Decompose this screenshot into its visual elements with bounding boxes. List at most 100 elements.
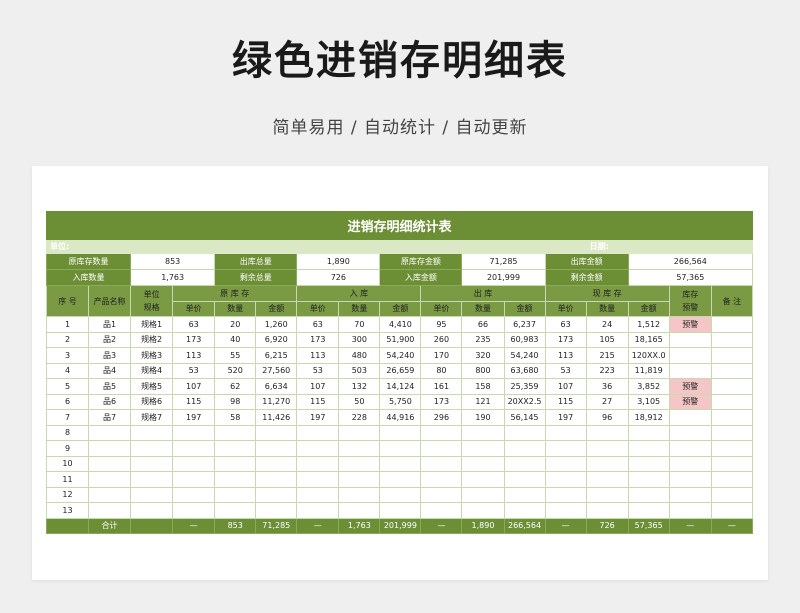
cell-s-price[interactable]: 80: [420, 362, 463, 379]
cell-s-amt[interactable]: 54,240: [503, 347, 546, 364]
cell-spec[interactable]: 规格4: [130, 362, 174, 379]
cell-c-qty[interactable]: 223: [585, 362, 629, 379]
cell-s-price[interactable]: 260: [420, 331, 463, 348]
cell-o-amt[interactable]: 6,215: [255, 347, 298, 364]
cell-s-amt[interactable]: 20XX2.5: [503, 393, 546, 410]
cell-warn[interactable]: [668, 409, 712, 426]
cell-warn[interactable]: [668, 331, 712, 348]
cell-s-qty[interactable]: [461, 455, 505, 472]
cell-warn[interactable]: [668, 440, 712, 457]
cell-c-qty[interactable]: [585, 486, 629, 503]
cell-warn[interactable]: [668, 471, 712, 488]
cell-o-price[interactable]: [172, 440, 216, 457]
cell-c-price[interactable]: 63: [544, 316, 587, 333]
cell-warn[interactable]: [668, 486, 712, 503]
cell-c-qty[interactable]: 27: [585, 393, 629, 410]
cell-s-price[interactable]: 170: [420, 347, 463, 364]
cell-s-price[interactable]: [420, 440, 463, 457]
cell-name[interactable]: 品1: [88, 316, 132, 333]
cell-s-qty[interactable]: [461, 502, 505, 519]
cell-s-qty[interactable]: [461, 471, 505, 488]
cell-c-amt[interactable]: [627, 440, 670, 457]
cell-o-qty[interactable]: [214, 455, 257, 472]
cell-warn[interactable]: [668, 502, 712, 519]
cell-s-qty[interactable]: 158: [461, 378, 505, 395]
cell-no[interactable]: 9: [45, 440, 90, 457]
cell-o-qty[interactable]: [214, 502, 257, 519]
cell-name[interactable]: [88, 471, 132, 488]
cell-s-price[interactable]: [420, 486, 463, 503]
cell-s-price[interactable]: [420, 502, 463, 519]
cell-s-qty[interactable]: 66: [461, 316, 505, 333]
cell-c-amt[interactable]: 18,912: [627, 409, 670, 426]
cell-c-amt[interactable]: [627, 502, 670, 519]
cell-spec[interactable]: [130, 502, 174, 519]
cell-s-amt[interactable]: 25,359: [503, 378, 546, 395]
cell-i-price[interactable]: [296, 440, 340, 457]
cell-no[interactable]: 10: [45, 455, 90, 472]
cell-remark[interactable]: [710, 316, 754, 333]
cell-name[interactable]: 品6: [88, 393, 132, 410]
cell-o-price[interactable]: [172, 486, 216, 503]
cell-i-qty[interactable]: [338, 440, 381, 457]
cell-remark[interactable]: [710, 455, 754, 472]
cell-no[interactable]: 6: [45, 393, 90, 410]
cell-s-price[interactable]: 296: [420, 409, 463, 426]
cell-no[interactable]: 12: [45, 486, 90, 503]
cell-c-qty[interactable]: 96: [585, 409, 629, 426]
cell-s-amt[interactable]: 6,237: [503, 316, 546, 333]
cell-o-amt[interactable]: [255, 455, 298, 472]
cell-i-price[interactable]: [296, 486, 340, 503]
cell-c-amt[interactable]: [627, 471, 670, 488]
cell-i-qty[interactable]: 50: [338, 393, 381, 410]
cell-c-amt[interactable]: 120XX.0: [627, 347, 670, 364]
cell-c-price[interactable]: [544, 471, 587, 488]
cell-i-price[interactable]: [296, 424, 340, 441]
cell-o-qty[interactable]: 58: [214, 409, 257, 426]
cell-c-price[interactable]: 173: [544, 331, 587, 348]
cell-i-amt[interactable]: 51,900: [379, 331, 422, 348]
cell-no[interactable]: 7: [45, 409, 90, 426]
cell-c-amt[interactable]: [627, 424, 670, 441]
cell-name[interactable]: 品2: [88, 331, 132, 348]
cell-i-amt[interactable]: 5,750: [379, 393, 422, 410]
cell-s-amt[interactable]: [503, 455, 546, 472]
cell-s-amt[interactable]: [503, 502, 546, 519]
cell-o-price[interactable]: [172, 455, 216, 472]
cell-s-qty[interactable]: [461, 440, 505, 457]
cell-o-amt[interactable]: 27,560: [255, 362, 298, 379]
cell-o-qty[interactable]: [214, 471, 257, 488]
cell-s-price[interactable]: 95: [420, 316, 463, 333]
cell-c-price[interactable]: 115: [544, 393, 587, 410]
cell-c-price[interactable]: 113: [544, 347, 587, 364]
cell-i-amt[interactable]: [379, 471, 422, 488]
cell-i-price[interactable]: [296, 455, 340, 472]
cell-s-qty[interactable]: [461, 486, 505, 503]
cell-o-qty[interactable]: 62: [214, 378, 257, 395]
cell-s-qty[interactable]: 121: [461, 393, 505, 410]
cell-name[interactable]: [88, 486, 132, 503]
cell-spec[interactable]: 规格3: [130, 347, 174, 364]
cell-name[interactable]: 品5: [88, 378, 132, 395]
cell-spec[interactable]: [130, 455, 174, 472]
cell-o-price[interactable]: [172, 471, 216, 488]
cell-i-amt[interactable]: [379, 440, 422, 457]
cell-o-qty[interactable]: [214, 424, 257, 441]
cell-warn[interactable]: [668, 347, 712, 364]
cell-c-qty[interactable]: [585, 471, 629, 488]
cell-no[interactable]: 4: [45, 362, 90, 379]
cell-c-price[interactable]: [544, 455, 587, 472]
cell-s-price[interactable]: [420, 455, 463, 472]
cell-o-qty[interactable]: [214, 440, 257, 457]
cell-spec[interactable]: 规格6: [130, 393, 174, 410]
cell-warn[interactable]: 预警: [668, 378, 712, 395]
cell-i-qty[interactable]: [338, 424, 381, 441]
cell-c-price[interactable]: 53: [544, 362, 587, 379]
cell-i-price[interactable]: 53: [296, 362, 340, 379]
cell-remark[interactable]: [710, 409, 754, 426]
cell-o-price[interactable]: [172, 502, 216, 519]
cell-c-amt[interactable]: [627, 455, 670, 472]
cell-i-price[interactable]: [296, 471, 340, 488]
cell-o-amt[interactable]: 6,634: [255, 378, 298, 395]
cell-c-price[interactable]: [544, 502, 587, 519]
